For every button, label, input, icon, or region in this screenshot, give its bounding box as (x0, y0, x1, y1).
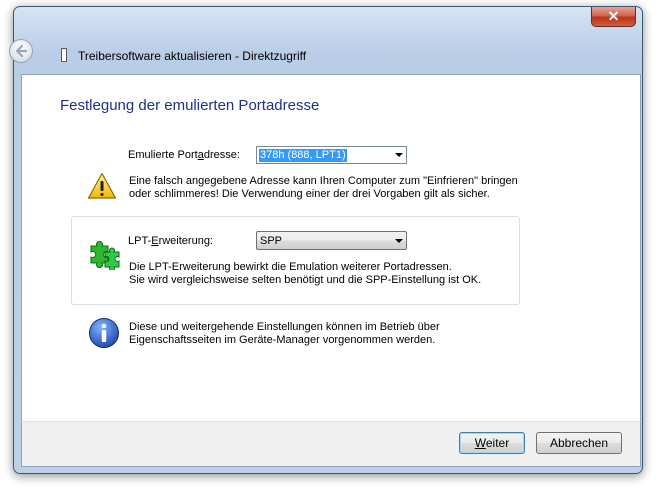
warning-icon (87, 172, 117, 199)
lpt-extension-dropdown[interactable]: SPP (256, 231, 407, 250)
port-address-label: Emulierte Portadresse: (128, 149, 240, 161)
window-title: Treibersoftware aktualisieren - Direktzu… (78, 49, 307, 63)
info-text-line1: Diese und weitergehende Einstellungen kö… (129, 321, 440, 333)
back-button[interactable] (9, 39, 33, 63)
lpt-extension-value: SPP (260, 235, 283, 247)
chevron-down-icon (395, 239, 403, 243)
usb-device-icon (61, 48, 67, 62)
close-button[interactable]: ✕ (591, 7, 636, 27)
info-text-line2: Eigenschaftsseiten im Geräte-Manager vor… (129, 334, 436, 346)
warning-text-line2: oder schlimmeres! Die Verwendung einer d… (129, 188, 490, 200)
page-heading: Festlegung der emulierten Portadresse (60, 97, 320, 114)
lpt-text-line2: Sie wird vergleichsweise selten benötigt… (129, 274, 482, 286)
next-button[interactable]: Weiter (459, 432, 525, 454)
lpt-text-line1: Die LPT-Erweiterung bewirkt die Emulatio… (129, 261, 452, 273)
lpt-extension-label: LPT-Erweiterung: (128, 235, 213, 247)
info-icon (89, 318, 119, 348)
cancel-button[interactable]: Abbrechen (536, 432, 622, 454)
chevron-down-icon (395, 153, 403, 157)
warning-text-line1: Eine falsch angegebene Adresse kann Ihre… (129, 175, 518, 187)
port-address-value: 378h (888, LPT1) (259, 149, 347, 162)
back-arrow-icon (15, 44, 28, 58)
port-address-dropdown[interactable]: 378h (888, LPT1) (256, 146, 407, 164)
puzzle-pieces-icon (90, 240, 120, 270)
